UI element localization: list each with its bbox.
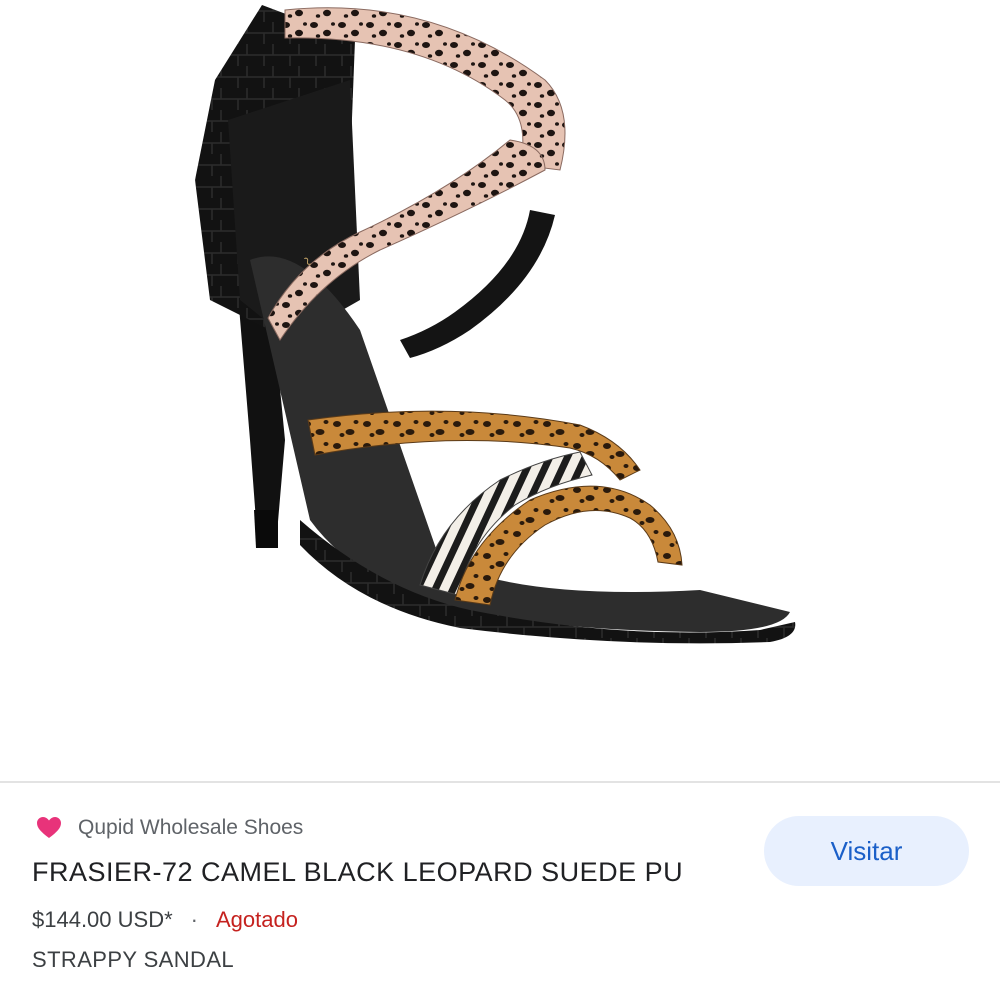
product-subtitle: STRAPPY SANDAL xyxy=(32,947,235,972)
availability-status: Agotado xyxy=(215,907,298,932)
price-row: $144.00 USD* · Agotado xyxy=(32,907,298,933)
pink-heart-icon xyxy=(37,817,61,838)
product-image[interactable]: ~ xyxy=(0,0,1000,780)
visit-button[interactable]: Visitar xyxy=(764,816,969,886)
price-separator: · xyxy=(190,907,198,932)
strappy-sandal-photo: ~ xyxy=(195,5,796,644)
store-name: Qupid Wholesale Shoes xyxy=(78,816,304,839)
product-price: $144.00 USD* xyxy=(32,907,173,932)
product-title[interactable]: FRASIER-72 CAMEL BLACK LEOPARD SUEDE PU xyxy=(32,857,683,888)
product-listing-card: Qupid Wholesale Shoes FRASIER-72 CAMEL B… xyxy=(0,783,1000,1000)
store-row[interactable]: Qupid Wholesale Shoes xyxy=(36,813,303,843)
